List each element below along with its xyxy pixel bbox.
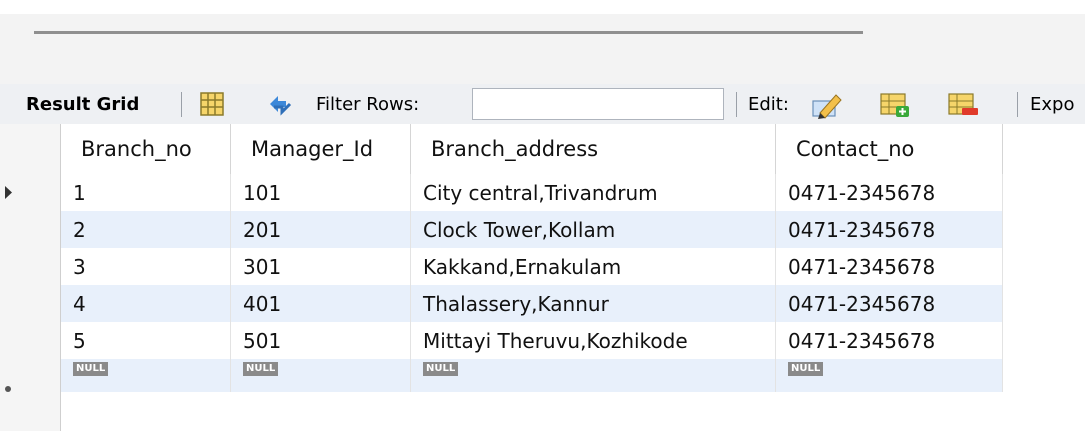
cell-contact-no[interactable]: 0471-2345678 [776, 174, 1003, 211]
cell-contact-no-null[interactable]: NULL [776, 359, 1003, 392]
column-header-contact-no[interactable]: Contact_no [776, 124, 1003, 174]
cell-branch-no-null[interactable]: NULL [61, 359, 231, 392]
null-badge: NULL [243, 361, 279, 376]
cell-branch-address[interactable]: City central,Trivandrum [411, 174, 776, 211]
column-header-manager-id[interactable]: Manager_Id [231, 124, 411, 174]
toolbar-separator [1017, 92, 1018, 117]
horizontal-scrollbar[interactable] [34, 31, 863, 34]
cell-contact-no[interactable]: 0471-2345678 [776, 248, 1003, 285]
filter-rows-input[interactable] [472, 88, 724, 120]
table-row[interactable]: 2 201 Clock Tower,Kollam 0471-2345678 [0, 211, 1003, 248]
row-gutter-header [0, 124, 61, 174]
toolbar-separator [736, 92, 737, 117]
column-header-branch-address[interactable]: Branch_address [411, 124, 776, 174]
row-gutter [0, 248, 61, 285]
null-badge: NULL [788, 361, 824, 376]
column-header-branch-no[interactable]: Branch_no [61, 124, 231, 174]
row-gutter [0, 359, 61, 431]
cell-contact-no[interactable]: 0471-2345678 [776, 285, 1003, 322]
table-row[interactable]: 4 401 Thalassery,Kannur 0471-2345678 [0, 285, 1003, 322]
edit-label: Edit: [748, 93, 789, 115]
null-badge: NULL [423, 361, 459, 376]
cell-branch-no[interactable]: 2 [61, 211, 231, 248]
cell-branch-no[interactable]: 4 [61, 285, 231, 322]
filter-rows-label: Filter Rows: [316, 93, 420, 115]
cell-branch-no[interactable]: 5 [61, 322, 231, 359]
cell-contact-no[interactable]: 0471-2345678 [776, 322, 1003, 359]
result-grid-label: Result Grid [26, 93, 140, 115]
grid-empty-area [1003, 174, 1085, 431]
cell-contact-no[interactable]: 0471-2345678 [776, 211, 1003, 248]
cell-branch-address[interactable]: Thalassery,Kannur [411, 285, 776, 322]
current-row-arrow-icon [5, 186, 12, 199]
result-grid-tab[interactable]: Result Grid [26, 84, 139, 124]
table-row[interactable]: 1 101 City central,Trivandrum 0471-23456… [0, 174, 1003, 211]
result-toolbar: Result Grid Filter Rows: Edit: Expo [0, 84, 1085, 125]
cell-manager-id[interactable]: 201 [231, 211, 411, 248]
refresh-icon[interactable] [264, 91, 296, 117]
form-view-icon[interactable] [196, 91, 228, 117]
row-gutter [0, 211, 61, 248]
new-row-asterisk-icon [5, 386, 11, 392]
cell-branch-no[interactable]: 3 [61, 248, 231, 285]
cell-branch-address[interactable]: Clock Tower,Kollam [411, 211, 776, 248]
cell-branch-address[interactable]: Kakkand,Ernakulam [411, 248, 776, 285]
delete-row-icon[interactable] [946, 91, 978, 117]
new-row[interactable]: NULL NULL NULL NULL [0, 359, 1003, 431]
row-gutter [0, 174, 61, 211]
cell-branch-address[interactable]: Mittayi Theruvu,Kozhikode [411, 322, 776, 359]
table-row[interactable]: 5 501 Mittayi Theruvu,Kozhikode 0471-234… [0, 322, 1003, 359]
insert-row-icon[interactable] [878, 91, 910, 117]
cell-branch-no[interactable]: 1 [61, 174, 231, 211]
cell-manager-id[interactable]: 101 [231, 174, 411, 211]
grid-header: Branch_no Manager_Id Branch_address Cont… [0, 124, 1085, 174]
edit-pencil-icon[interactable] [810, 91, 842, 119]
row-gutter [0, 285, 61, 322]
null-badge: NULL [73, 361, 109, 376]
toolbar-separator [181, 92, 182, 117]
table-row[interactable]: 3 301 Kakkand,Ernakulam 0471-2345678 [0, 248, 1003, 285]
cell-manager-id[interactable]: 401 [231, 285, 411, 322]
cell-branch-address-null[interactable]: NULL [411, 359, 776, 392]
cell-manager-id[interactable]: 301 [231, 248, 411, 285]
query-area-bottom [0, 14, 1085, 84]
export-button[interactable]: Expo [1030, 84, 1074, 124]
cell-manager-id[interactable]: 501 [231, 322, 411, 359]
row-gutter [0, 322, 61, 359]
cell-manager-id-null[interactable]: NULL [231, 359, 411, 392]
